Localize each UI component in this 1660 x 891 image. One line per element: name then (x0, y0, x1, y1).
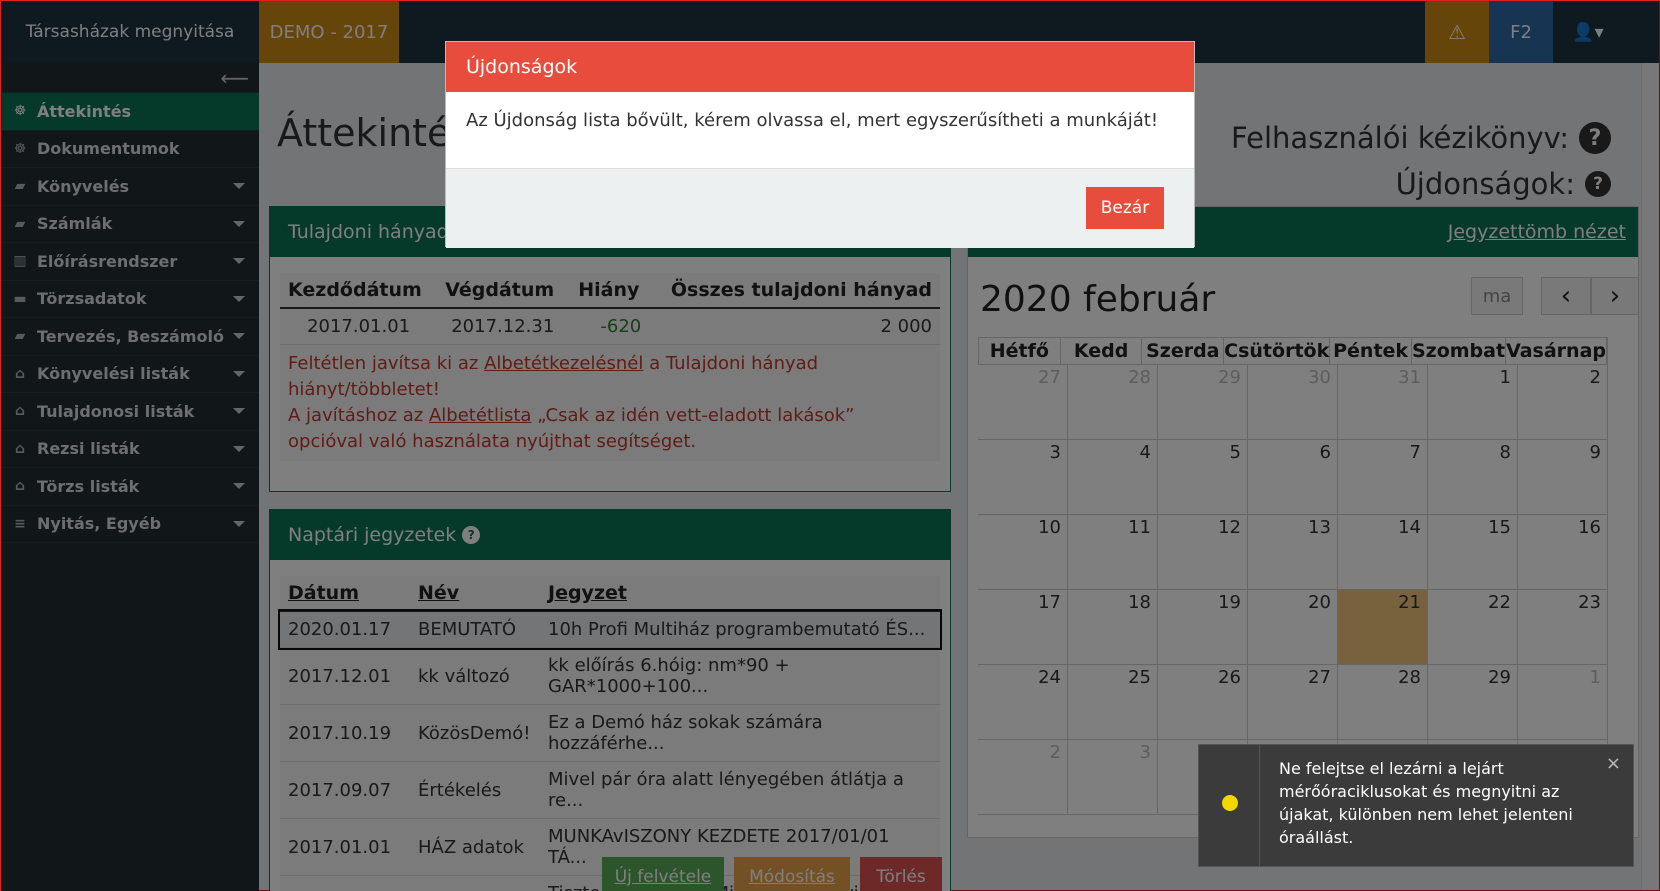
modal-footer: Bezár (446, 168, 1194, 248)
status-dot-icon (1222, 795, 1238, 811)
news-modal: Újdonságok Az Újdonság lista bővült, kér… (445, 41, 1195, 248)
close-icon[interactable]: × (1606, 753, 1621, 774)
toast-message: Ne felejtse el lezárni a lejárt mérőórac… (1279, 759, 1573, 847)
modal-title: Újdonságok (446, 42, 1194, 92)
modal-body: Az Újdonság lista bővült, kérem olvassa … (466, 110, 1159, 131)
divider (1259, 745, 1260, 866)
notification-toast: Ne felejtse el lezárni a lejárt mérőórac… (1198, 744, 1634, 867)
close-button[interactable]: Bezár (1086, 187, 1164, 229)
